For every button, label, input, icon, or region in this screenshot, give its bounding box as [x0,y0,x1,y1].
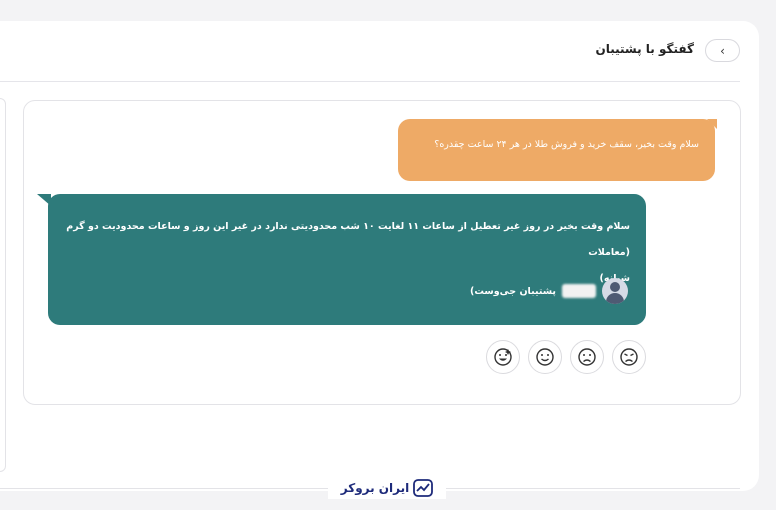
chevron-left-icon: ‹ [720,43,725,58]
agent-info: پشتیبان جی‌وست) [470,278,628,304]
user-message-bubble: سلام وقت بخیر، سقف خرید و فروش طلا در هر… [398,119,715,181]
satisfied-icon [536,348,554,366]
back-button[interactable]: ‹ [705,39,740,62]
brand-name: ایران بروکر [340,481,410,495]
bot-message-bubble: سلام وقت بخیر در روز غیر تعطیل از ساعات … [48,194,646,325]
user-bubble-tail [707,119,717,129]
brand-chart-icon [413,479,434,497]
avatar [602,278,628,304]
dissatisfied-icon [578,348,596,366]
very-satisfied-icon [494,348,512,366]
rating-dissatisfied-button[interactable] [570,340,604,374]
header-divider [0,81,740,82]
very-dissatisfied-icon [620,348,638,366]
brand-logo: ایران بروکر [328,477,446,499]
side-panel-edge [0,98,6,472]
redacted-name [562,284,596,298]
user-message-text: سلام وقت بخیر، سقف خرید و فروش طلا در هر… [434,139,699,150]
rating-very-satisfied-button[interactable] [486,340,520,374]
rating-satisfied-button[interactable] [528,340,562,374]
rating-very-dissatisfied-button[interactable] [612,340,646,374]
bot-message-line-1: سلام وقت بخیر در روز غیر تعطیل از ساعات … [66,221,630,258]
page-title: گفتگو با پشتیبان [595,42,694,56]
agent-name: پشتیبان جی‌وست) [470,285,556,297]
